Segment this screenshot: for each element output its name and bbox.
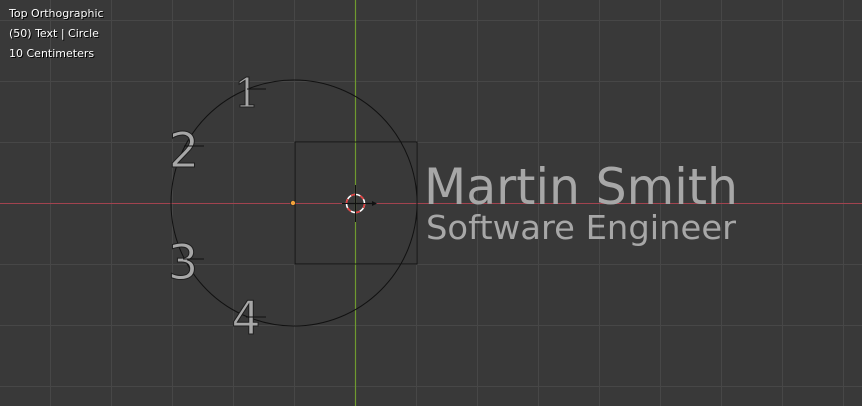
number-1-text: 1: [234, 71, 259, 117]
number-2-text: 2: [169, 123, 200, 179]
number-2-object[interactable]: 2: [168, 123, 204, 180]
number-4-object[interactable]: 4: [231, 291, 266, 346]
number-3-object[interactable]: 3: [167, 235, 204, 292]
object-origin-dot: [290, 200, 296, 206]
number-4-text: 4: [231, 291, 260, 345]
viewport-info-overlay: Top Orthographic (50) Text | Circle 10 C…: [9, 4, 104, 64]
number-3-text: 3: [168, 235, 199, 291]
3d-viewport[interactable]: 1 2 3 4 Martin Smith Software Engineer T…: [0, 0, 862, 406]
view-name-label: Top Orthographic: [9, 7, 104, 20]
viewport-scene[interactable]: 1 2 3 4 Martin Smith Software Engineer: [0, 0, 862, 406]
grid-scale-label: 10 Centimeters: [9, 47, 95, 60]
number-1-object[interactable]: 1: [234, 71, 266, 118]
frame-object-label: (50) Text | Circle: [9, 27, 99, 40]
pivot-marker-arrow: [372, 201, 377, 206]
subtitle-text-object[interactable]: Software Engineer: [426, 208, 736, 247]
